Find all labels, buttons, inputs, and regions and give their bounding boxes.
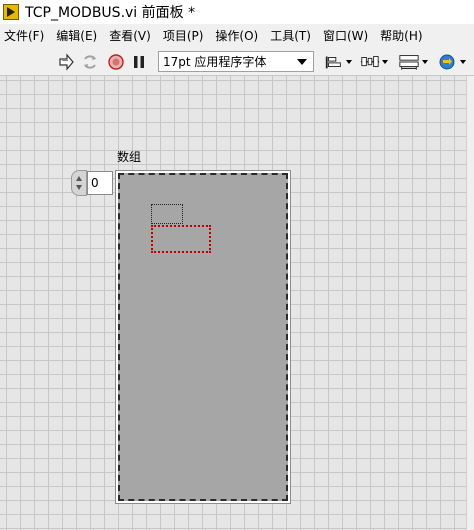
continuous-run-icon	[84, 55, 96, 69]
menu-window[interactable]: 窗口(W)	[317, 24, 374, 48]
abort-icon	[108, 54, 124, 70]
font-select-value: 17pt 应用程序字体	[163, 55, 267, 69]
distribute-objects-icon	[360, 56, 380, 67]
run-arrow-icon	[59, 53, 74, 71]
array-element-area[interactable]	[118, 173, 288, 501]
reorder-dropdown-icon	[460, 60, 466, 64]
menu-edit[interactable]: 编辑(E)	[50, 24, 103, 48]
chevron-down-icon	[297, 59, 307, 65]
run-button[interactable]	[56, 52, 76, 72]
align-objects-icon	[325, 56, 341, 69]
increment-arrow-icon[interactable]	[76, 176, 82, 181]
menu-operate[interactable]: 操作(O)	[209, 24, 264, 48]
window-title: TCP_MODBUS.vi 前面板 *	[25, 5, 196, 21]
align-dropdown-icon	[346, 60, 352, 64]
element-drop-target[interactable]	[151, 225, 211, 253]
array-index-control[interactable]: 0	[71, 170, 113, 196]
resize-objects-button[interactable]	[398, 52, 428, 72]
reorder-icon	[439, 54, 455, 70]
run-continuously-button[interactable]	[80, 52, 100, 72]
index-input[interactable]: 0	[87, 171, 113, 195]
pause-button[interactable]	[130, 52, 148, 72]
reorder-button[interactable]	[438, 52, 466, 72]
array-label[interactable]: 数组	[117, 148, 141, 165]
menu-view[interactable]: 查看(V)	[103, 24, 157, 48]
pause-icon	[134, 56, 144, 68]
vertical-scrollbar[interactable]	[466, 76, 474, 530]
menu-bar: 文件(F) 编辑(E) 查看(V) 项目(P) 操作(O) 工具(T) 窗口(W…	[0, 24, 474, 48]
distribute-dropdown-icon	[382, 60, 388, 64]
index-spinner[interactable]	[71, 170, 87, 196]
abort-button[interactable]	[106, 52, 126, 72]
element-placeholder-ghost	[151, 204, 183, 224]
align-objects-button[interactable]	[324, 52, 352, 72]
labview-vi-icon	[3, 4, 19, 20]
menu-help[interactable]: 帮助(H)	[374, 24, 428, 48]
menu-tools[interactable]: 工具(T)	[264, 24, 317, 48]
menu-file[interactable]: 文件(F)	[0, 24, 50, 48]
resize-dropdown-icon	[422, 60, 428, 64]
title-bar: TCP_MODBUS.vi 前面板 *	[0, 0, 474, 24]
resize-objects-icon	[399, 55, 419, 70]
toolbar: 17pt 应用程序字体	[0, 48, 474, 76]
menu-project[interactable]: 项目(P)	[157, 24, 210, 48]
decrement-arrow-icon[interactable]	[76, 185, 82, 190]
distribute-objects-button[interactable]	[360, 52, 388, 72]
font-select[interactable]: 17pt 应用程序字体	[158, 51, 314, 72]
